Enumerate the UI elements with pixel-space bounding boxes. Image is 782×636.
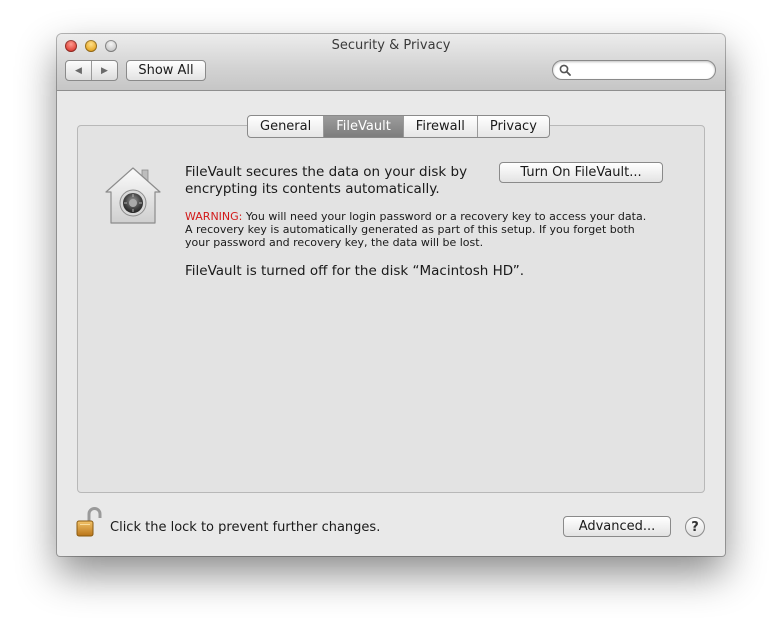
filevault-status: FileVault is turned off for the disk “Ma… xyxy=(185,263,525,279)
filevault-warning: WARNING: You will need your login passwo… xyxy=(185,210,655,249)
search-icon xyxy=(559,64,571,76)
lock-open-icon[interactable] xyxy=(75,507,103,539)
tab-bar: General FileVault Firewall Privacy xyxy=(247,115,550,138)
warning-label: WARNING: xyxy=(185,210,243,223)
back-forward-control: ◀ ▶ xyxy=(65,60,118,81)
warning-text: You will need your login password or a r… xyxy=(185,210,647,249)
lock-status-text: Click the lock to prevent further change… xyxy=(110,520,381,535)
back-button[interactable]: ◀ xyxy=(66,61,91,80)
advanced-button[interactable]: Advanced... xyxy=(563,516,671,537)
filevault-house-icon xyxy=(105,167,161,224)
window-title: Security & Privacy xyxy=(331,38,451,53)
tab-privacy[interactable]: Privacy xyxy=(476,116,549,137)
search-input[interactable] xyxy=(552,60,716,80)
forward-button[interactable]: ▶ xyxy=(91,61,117,80)
show-all-button[interactable]: Show All xyxy=(126,60,206,81)
tab-firewall[interactable]: Firewall xyxy=(402,116,477,137)
turn-on-filevault-button[interactable]: Turn On FileVault... xyxy=(499,162,663,183)
help-button[interactable]: ? xyxy=(685,517,705,537)
preferences-window: Security & Privacy ◀ ▶ Show All General … xyxy=(57,34,725,556)
filevault-description: FileVault secures the data on your disk … xyxy=(185,164,468,197)
title-bar: Security & Privacy ◀ ▶ Show All xyxy=(57,34,725,91)
tab-filevault[interactable]: FileVault xyxy=(323,116,403,137)
tab-general[interactable]: General xyxy=(248,116,323,137)
